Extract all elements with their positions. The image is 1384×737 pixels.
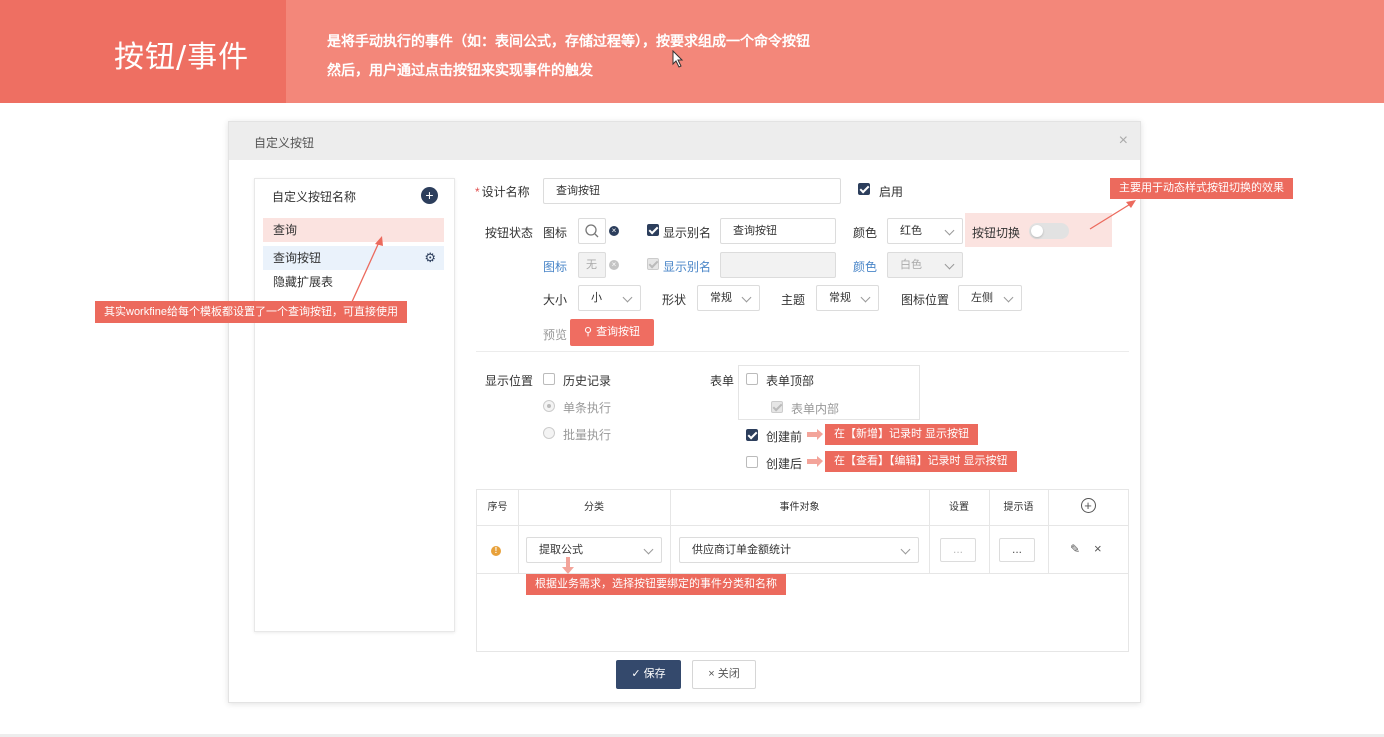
before-create-callout: 在【新增】记录时 显示按钮 — [806, 424, 979, 445]
category-note-callout: 根据业务需求，选择按钮要绑定的事件分类和名称 — [526, 574, 786, 595]
toggle-note-arrow — [1089, 202, 1133, 230]
left-note-arrow — [350, 239, 381, 305]
toggle-note-callout: 主要用于动态样式按钮切换的效果 — [1110, 178, 1293, 199]
left-note-callout: 其实workfine给每个模板都设置了一个查询按钮，可直接使用 — [95, 301, 407, 323]
annotation-arrows — [350, 200, 1136, 574]
after-create-callout: 在【查看】【编辑】记录时 显示按钮 — [807, 451, 1017, 472]
